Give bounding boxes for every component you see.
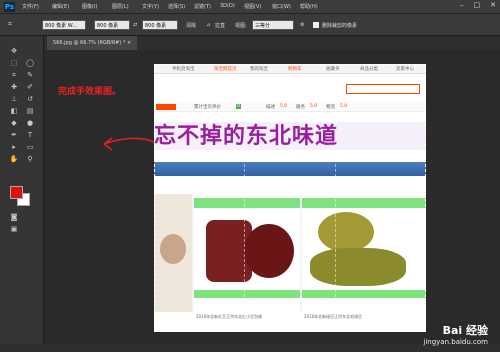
view-label: 视图: (235, 23, 247, 29)
width-field[interactable]: 800 像素 (94, 20, 130, 30)
stamp-tool-icon[interactable]: ⊥ (8, 94, 20, 104)
menu-view[interactable]: 视图(V) (244, 3, 261, 10)
straighten-icon[interactable]: ⊿ (206, 22, 210, 28)
height-field[interactable]: 800 像素 (142, 20, 178, 30)
pen-tool-icon[interactable]: ✒ (8, 130, 20, 140)
history-brush-icon[interactable]: ↺ (24, 94, 36, 104)
baidu-watermark: Bai 经验 jingyan.baidu.com (423, 322, 488, 346)
menu-3d[interactable]: 3D(D) (220, 3, 235, 9)
move-tool-icon[interactable]: ✥ (8, 46, 20, 56)
menu-type[interactable]: 文字(Y) (142, 3, 159, 10)
foreground-color-swatch[interactable] (10, 186, 23, 199)
menu-bar: Ps 文件(F) 编辑(E) 图像(I) 图层(L) 文字(Y) 选择(S) 滤… (0, 0, 500, 14)
healing-brush-icon[interactable]: ✚ (8, 82, 20, 92)
swap-icon[interactable]: ⇄ (133, 22, 137, 28)
menu-layer[interactable]: 图层(L) (112, 3, 129, 10)
crop-tool-icon[interactable]: ⌗ (4, 19, 16, 29)
watermark-url: jingyan.baidu.com (423, 338, 488, 346)
ratio-select[interactable]: 800 像素 W... (42, 20, 86, 30)
gear-icon[interactable]: ⚙ (300, 22, 304, 28)
annotation-text: 完成手效果图。 (58, 87, 122, 97)
document-tab-bar: 566.jpg @ 66.7% (RGB/8#) * × (44, 36, 500, 50)
brush-tool-icon[interactable]: ✐ (24, 82, 36, 92)
marquee-tool-icon[interactable]: ⬚ (8, 58, 20, 68)
watermark-brand: Bai 经验 (442, 324, 488, 337)
menu-file[interactable]: 文件(F) (22, 3, 39, 10)
straighten-label[interactable]: 拉直 (215, 22, 225, 29)
eraser-tool-icon[interactable]: ◧ (8, 106, 20, 116)
view-select[interactable]: 三等分 (252, 20, 294, 30)
zoom-tool-icon[interactable]: ⚲ (24, 154, 36, 164)
delete-cropped-label: 删除裁剪的像素 (322, 23, 358, 29)
type-tool-icon[interactable]: T (24, 130, 36, 140)
lasso-tool-icon[interactable]: ◯ (24, 58, 36, 68)
minimize-icon[interactable]: – (460, 1, 464, 9)
quick-mask-icon[interactable]: ◙ (8, 212, 20, 222)
menu-edit[interactable]: 编辑(E) (52, 3, 69, 10)
crop-tool-active-icon[interactable]: ⌗ (8, 70, 20, 80)
maximize-icon[interactable]: □ (474, 1, 481, 9)
dodge-tool-icon[interactable]: ● (24, 118, 36, 128)
photoshop-logo: Ps (4, 2, 15, 12)
menu-image[interactable]: 图像(I) (82, 3, 97, 10)
gradient-tool-icon[interactable]: ▤ (24, 106, 36, 116)
tab-close-icon[interactable]: × (127, 40, 131, 46)
blur-tool-icon[interactable]: ◆ (8, 118, 20, 128)
canvas-area[interactable]: 完成手效果图。 手机逛淘宝 淘宝网首页 我的淘宝 购物车 收藏夹 商品分类 卖家… (44, 50, 500, 352)
clear-button[interactable]: 清除 (186, 22, 196, 29)
eyedropper-tool-icon[interactable]: ✎ (24, 70, 36, 80)
menu-select[interactable]: 选择(S) (168, 3, 185, 10)
options-bar: ⌗ 800 像素 W... 800 像素 ⇄ 800 像素 清除 ⊿ 拉直 视图… (0, 14, 500, 36)
document-tab[interactable]: 566.jpg @ 66.7% (RGB/8#) * × (47, 36, 138, 50)
hand-tool-icon[interactable]: ✋ (8, 154, 20, 164)
close-icon[interactable]: ✕ (490, 1, 496, 9)
menu-help[interactable]: 帮助(H) (300, 3, 318, 10)
tools-panel: ✥ ⬚ ◯ ⌗ ✎ ✚ ✐ ⊥ ↺ ◧ ▤ ◆ ● ✒ T ▸ ▭ ✋ ⚲ ◙ … (0, 36, 44, 352)
red-arrow (103, 137, 155, 151)
screen-mode-icon[interactable]: ▣ (8, 224, 20, 234)
menu-window[interactable]: 窗口(W) (272, 3, 291, 10)
menu-filter[interactable]: 滤镜(T) (194, 3, 211, 10)
shape-tool-icon[interactable]: ▭ (24, 142, 36, 152)
crop-grid-line-3 (154, 64, 336, 332)
path-selection-icon[interactable]: ▸ (8, 142, 20, 152)
document-tab-title: 566.jpg @ 66.7% (RGB/8#) * (53, 40, 126, 46)
delete-cropped-checkbox[interactable] (313, 22, 319, 28)
